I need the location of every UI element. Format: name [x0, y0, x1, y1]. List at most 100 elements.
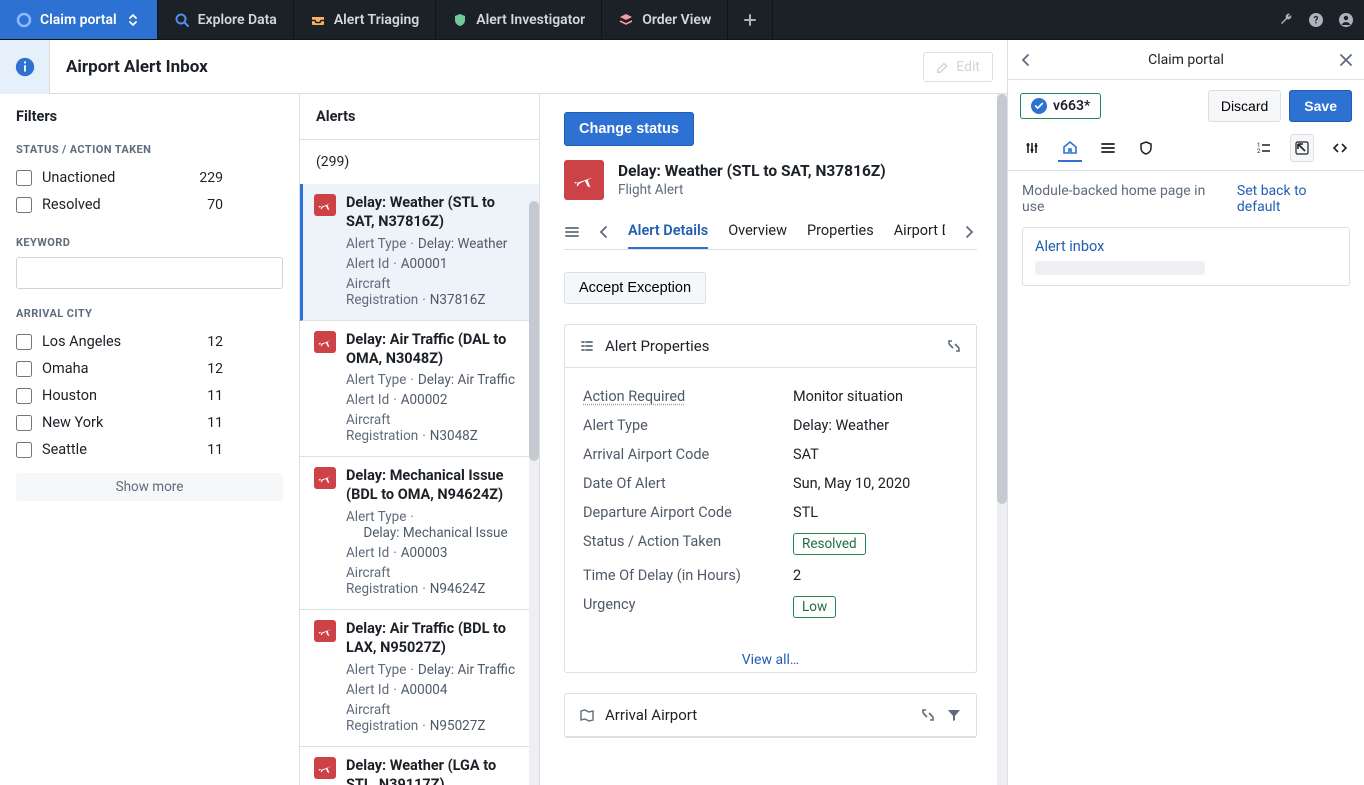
tab-alert-investigator[interactable]: Alert Investigator — [436, 0, 602, 39]
change-status-button[interactable]: Change status — [564, 112, 694, 146]
numbered-list-icon[interactable]: 12 — [1252, 134, 1276, 162]
property-value: Monitor situation — [793, 388, 903, 405]
alert-title: Delay: Weather (LGA to STL, N39117Z) — [346, 757, 525, 785]
save-button[interactable]: Save — [1289, 90, 1352, 122]
dtab-overview[interactable]: Overview — [728, 214, 787, 249]
user-icon[interactable] — [1338, 12, 1354, 28]
facet-row[interactable]: New York11 — [16, 409, 283, 436]
accept-exception-button[interactable]: Accept Exception — [564, 272, 706, 304]
detail-title: Delay: Weather (STL to SAT, N37816Z) — [618, 162, 886, 181]
facet-row[interactable]: Omaha12 — [16, 355, 283, 382]
alerts-panel: Alerts (299) Delay: Weather (STL to SAT,… — [300, 94, 540, 785]
page-title: Airport Alert Inbox — [50, 57, 208, 77]
dtab-properties[interactable]: Properties — [807, 214, 874, 249]
facet-bar — [233, 172, 283, 184]
property-key: Alert Type — [583, 417, 793, 434]
property-key: Status / Action Taken — [583, 533, 793, 555]
property-row: Arrival Airport CodeSAT — [583, 440, 958, 469]
filter-icon[interactable] — [946, 707, 962, 723]
alert-title: Delay: Air Traffic (DAL to OMA, N3048Z) — [346, 331, 525, 369]
alerts-scrollbar[interactable] — [529, 201, 539, 785]
facet-checkbox[interactable] — [16, 170, 32, 186]
show-more-button[interactable]: Show more — [16, 473, 283, 501]
plus-icon — [742, 12, 758, 28]
expand-icon[interactable] — [946, 338, 962, 354]
facet-row[interactable]: Unactioned229 — [16, 164, 283, 191]
module-msg: Module-backed home page in use — [1022, 183, 1225, 215]
dtab-alert-details[interactable]: Alert Details — [628, 214, 708, 249]
flight-alert-icon — [314, 194, 336, 216]
facet-checkbox[interactable] — [16, 388, 32, 404]
code-icon[interactable] — [1328, 134, 1352, 162]
alert-item[interactable]: Delay: Mechanical Issue (BDL to OMA, N94… — [300, 457, 539, 610]
right-panel: Claim portal v663* Discard Save 12 — [1008, 40, 1364, 785]
alert-item[interactable]: Delay: Air Traffic (DAL to OMA, N3048Z)A… — [300, 321, 539, 458]
expand-icon[interactable] — [920, 707, 936, 723]
wrench-icon[interactable] — [1278, 12, 1294, 28]
alert-item[interactable]: Delay: Air Traffic (BDL to LAX, N95027Z)… — [300, 610, 539, 747]
facet-checkbox[interactable] — [16, 442, 32, 458]
view-all-link[interactable]: View all… — [565, 638, 976, 672]
help-icon[interactable]: ? — [1308, 12, 1324, 28]
sliders-icon[interactable] — [1020, 134, 1044, 162]
filter-section-keyword: KEYWORD — [16, 236, 283, 249]
menu-icon[interactable] — [564, 224, 580, 240]
details-scrollbar[interactable] — [997, 94, 1007, 785]
facet-row[interactable]: Houston11 — [16, 382, 283, 409]
facet-row[interactable]: Los Angeles12 — [16, 328, 283, 355]
facet-checkbox[interactable] — [16, 415, 32, 431]
facet-count: 12 — [189, 334, 223, 350]
facet-checkbox[interactable] — [16, 197, 32, 213]
dtab-airport-details[interactable]: Airport Details — [894, 214, 945, 249]
discard-button[interactable]: Discard — [1208, 90, 1281, 122]
set-back-link[interactable]: Set back to default — [1237, 183, 1350, 215]
card-title: Alert Properties — [605, 337, 936, 355]
alert-inbox-link[interactable]: Alert inbox — [1035, 238, 1104, 255]
scroll-thumb[interactable] — [529, 201, 539, 461]
facet-checkbox[interactable] — [16, 361, 32, 377]
tab-explore-data[interactable]: Explore Data — [158, 0, 294, 39]
scroll-thumb[interactable] — [997, 94, 1007, 504]
tab-claim-portal[interactable]: Claim portal — [0, 0, 158, 39]
property-key: Date Of Alert — [583, 475, 793, 492]
open-external-icon[interactable] — [1290, 134, 1314, 162]
select-icon — [125, 12, 141, 28]
alert-item[interactable]: Delay: Weather (STL to SAT, N37816Z)Aler… — [300, 184, 539, 321]
facet-row[interactable]: Resolved70 — [16, 191, 283, 218]
close-icon[interactable] — [1338, 52, 1354, 68]
property-key: Departure Airport Code — [583, 504, 793, 521]
tab-label: Alert Triaging — [334, 12, 419, 28]
property-key: Action Required — [583, 388, 793, 405]
layers-icon — [618, 12, 634, 28]
list-icon[interactable] — [1096, 134, 1120, 162]
version-label: v663* — [1053, 98, 1090, 114]
alert-item[interactable]: Delay: Weather (LGA to STL, N39117Z)Aler… — [300, 747, 539, 785]
right-panel-title: Claim portal — [1044, 52, 1328, 68]
add-tab-button[interactable] — [728, 0, 773, 39]
edit-button[interactable]: Edit — [923, 52, 993, 82]
tab-label: Claim portal — [40, 12, 117, 28]
svg-text:2: 2 — [1257, 148, 1261, 155]
facet-checkbox[interactable] — [16, 334, 32, 350]
keyword-input[interactable] — [16, 257, 283, 289]
tab-order-view[interactable]: Order View — [602, 0, 728, 39]
tab-label: Alert Investigator — [476, 12, 585, 28]
property-key: Time Of Delay (in Hours) — [583, 567, 793, 584]
shield-icon[interactable] — [1134, 134, 1158, 162]
facet-count: 11 — [189, 415, 223, 431]
chevron-left-icon[interactable] — [596, 224, 612, 240]
home-icon[interactable] — [1058, 134, 1082, 162]
version-indicator[interactable]: v663* — [1020, 93, 1101, 119]
info-icon — [14, 56, 36, 78]
alerts-count: (299) — [300, 140, 539, 184]
chevron-right-icon[interactable] — [961, 224, 977, 240]
alert-title: Delay: Mechanical Issue (BDL to OMA, N94… — [346, 467, 525, 505]
tab-alert-triaging[interactable]: Alert Triaging — [294, 0, 436, 39]
filter-section-arrival: ARRIVAL CITY — [16, 307, 283, 320]
facet-row[interactable]: Seattle11 — [16, 436, 283, 463]
alert-inbox-card[interactable]: Alert inbox — [1022, 227, 1350, 286]
top-nav: Claim portal Explore Data Alert Triaging… — [0, 0, 1364, 40]
tab-label: Explore Data — [198, 12, 277, 28]
chevron-left-icon[interactable] — [1018, 52, 1034, 68]
property-value: Resolved — [793, 533, 866, 555]
